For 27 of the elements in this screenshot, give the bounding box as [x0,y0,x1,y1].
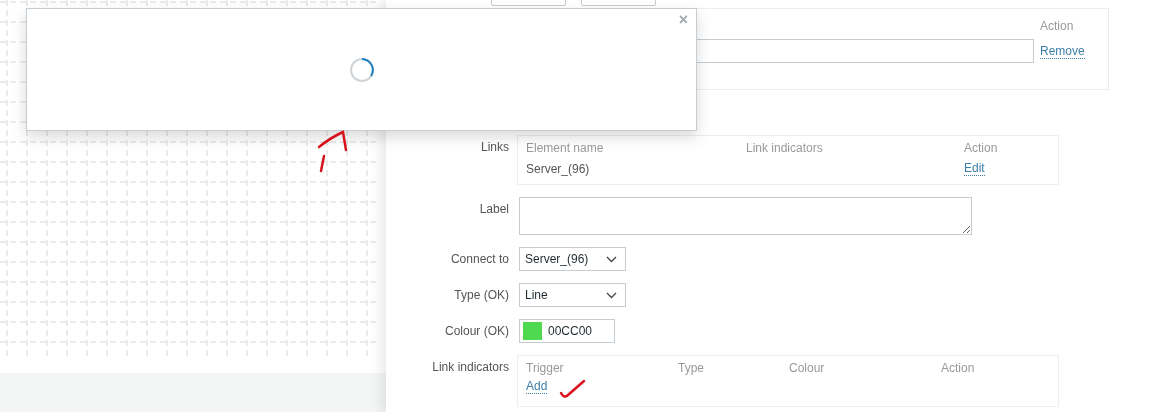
add-link[interactable]: Add [526,379,548,394]
color-field[interactable]: 00CC00 [519,319,615,343]
field-label: Type (OK) [454,287,509,302]
field-label: Connect to [450,251,509,266]
column-header: Element name [526,141,605,155]
column-header: Action [964,141,999,155]
field-label: Colour (OK) [445,323,509,338]
field-label: Link indicators [432,359,509,374]
column-header: Action [941,361,976,375]
caret-icon [606,255,617,263]
label-textarea[interactable] [519,197,972,235]
column-header: Link indicators [746,141,824,155]
edit-link[interactable]: Edit [964,161,985,176]
color-swatch[interactable] [523,322,542,340]
table-cell-text: Server_(96) [526,161,591,176]
dropdown-select[interactable]: Line [519,283,626,307]
dropdown-select[interactable]: Server_(96) [519,247,626,271]
caret-icon [606,291,617,299]
column-header: Trigger [526,361,565,375]
check-mark-drawing [558,378,588,400]
close-button[interactable]: × [676,11,690,29]
column-header: Action [1040,19,1075,33]
remove-link[interactable]: Remove [1040,43,1085,59]
column-header: Type [678,361,705,375]
field-label: Links [481,139,509,154]
field-label: Label [479,201,509,216]
column-header: Colour [789,361,826,375]
